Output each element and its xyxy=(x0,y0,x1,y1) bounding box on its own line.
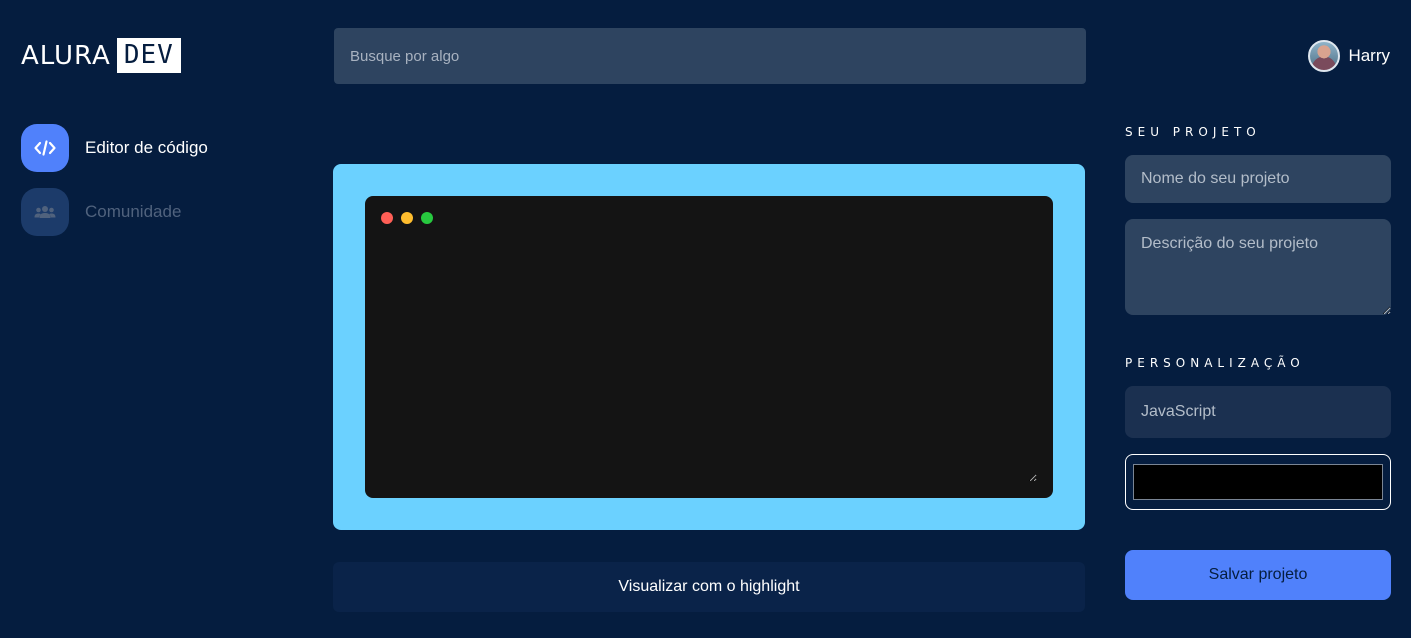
sidebar-item-label: Editor de código xyxy=(85,138,208,157)
project-section-title: SEU PROJETO xyxy=(1125,125,1261,139)
code-icon[interactable] xyxy=(21,124,69,172)
code-editor-frame xyxy=(333,164,1085,530)
window-close-dot xyxy=(381,212,393,224)
logo-alura-text: ALURA xyxy=(21,40,111,71)
project-description-field[interactable] xyxy=(1125,219,1391,315)
save-project-button[interactable]: Salvar projeto xyxy=(1125,550,1391,600)
highlight-preview-button[interactable]: Visualizar com o highlight xyxy=(333,562,1085,612)
language-select-value: JavaScript xyxy=(1141,403,1216,420)
logo-dev-text: DEV xyxy=(116,38,181,73)
sidebar-item-editor[interactable]: Editor de código xyxy=(21,124,208,172)
logo[interactable]: ALURA DEV xyxy=(21,38,181,73)
avatar[interactable] xyxy=(1308,40,1341,72)
search-input[interactable] xyxy=(334,28,1086,84)
code-editor-window xyxy=(365,196,1053,498)
language-select[interactable]: JavaScript xyxy=(1125,386,1391,438)
color-picker-input[interactable] xyxy=(1133,464,1383,500)
user-profile[interactable]: Harry xyxy=(1308,40,1390,72)
window-minimize-dot xyxy=(401,212,413,224)
sidebar-item-label: Comunidade xyxy=(85,202,182,221)
project-name-field[interactable] xyxy=(1125,155,1391,203)
sidebar-item-community[interactable]: Comunidade xyxy=(21,188,181,236)
code-editor-textarea[interactable] xyxy=(381,236,1037,482)
users-icon[interactable] xyxy=(21,188,69,236)
window-maximize-dot xyxy=(421,212,433,224)
customization-section-title: PERSONALIZAÇÃO xyxy=(1125,356,1305,370)
color-picker-container xyxy=(1125,454,1391,510)
user-name: Harry xyxy=(1348,46,1390,65)
